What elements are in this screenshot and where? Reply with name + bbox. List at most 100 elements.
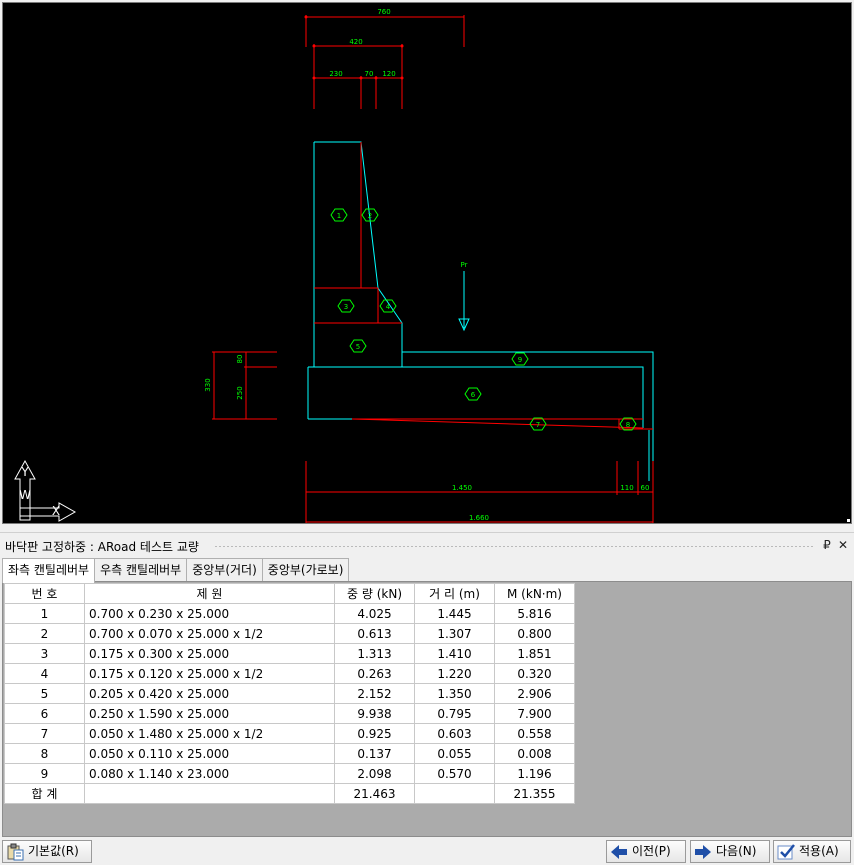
col-header-dimensions[interactable]: 제 원 [84,583,335,604]
tab-strip: 좌측 캔틸레버부 우측 캔틸레버부 중앙부(거더) 중앙부(가로보) [2,558,350,583]
panel-grip-dots[interactable] [214,545,814,548]
cell-moment[interactable]: 7.900 [494,703,575,724]
table-row[interactable]: 8 0.050 x 0.110 x 25.000 0.137 0.055 0.008 [4,743,575,764]
col-header-number[interactable]: 번 호 [4,583,85,604]
total-cell-moment[interactable]: 21.355 [494,783,575,804]
cell-dimensions[interactable]: 0.700 x 0.070 x 25.000 x 1/2 [84,623,335,644]
dim-250: 250 [236,386,244,399]
cell-number[interactable]: 7 [4,723,85,744]
cell-dimensions[interactable]: 0.175 x 0.120 x 25.000 x 1/2 [84,663,335,684]
bottom-bar: 기본값(R) 이전(P) 다음(N) 적용(A) [0,838,854,865]
cell-distance[interactable]: 1.445 [414,603,495,624]
part-3-label: 3 [344,303,348,311]
cell-moment[interactable]: 0.320 [494,663,575,684]
tab-left-cantilever[interactable]: 좌측 캔틸레버부 [2,558,96,583]
table-row[interactable]: 5 0.205 x 0.420 x 25.000 2.152 1.350 2.906 [4,683,575,704]
next-button[interactable]: 다음(N) [690,840,770,863]
total-cell-distance[interactable] [414,783,495,804]
cell-weight[interactable]: 9.938 [334,703,415,724]
table-row[interactable]: 9 0.080 x 1.140 x 23.000 2.098 0.570 1.196 [4,763,575,784]
cell-weight[interactable]: 0.263 [334,663,415,684]
panel-header: 바닥판 고정하중 : ARoad 테스트 교량 ₽ ✕ [0,532,854,558]
cell-distance[interactable]: 0.055 [414,743,495,764]
cell-number[interactable]: 1 [4,603,85,624]
top-dimensions [305,15,465,109]
cell-moment[interactable]: 0.008 [494,743,575,764]
dim-420: 420 [349,38,362,46]
table-row[interactable]: 2 0.700 x 0.070 x 25.000 x 1/2 0.613 1.307 0… [4,623,575,644]
cell-distance[interactable]: 1.410 [414,643,495,664]
cell-moment[interactable]: 0.800 [494,623,575,644]
cell-distance[interactable]: 0.603 [414,723,495,744]
cell-weight[interactable]: 2.152 [334,683,415,704]
app-root: 760 420 230 70 120 330 80 250 Pr 1 2 3 4… [0,0,854,865]
tab-right-cantilever[interactable]: 우측 캔틸레버부 [94,558,188,582]
cell-weight[interactable]: 0.925 [334,723,415,744]
default-values-label: 기본값(R) [28,844,79,858]
cell-number[interactable]: 8 [4,743,85,764]
cell-dimensions[interactable]: 0.050 x 0.110 x 25.000 [84,743,335,764]
next-label: 다음(N) [716,844,757,858]
apply-button[interactable]: 적용(A) [773,840,851,863]
cell-moment[interactable]: 1.851 [494,643,575,664]
pin-icon[interactable]: ₽ [820,538,834,552]
cell-dimensions[interactable]: 0.050 x 1.480 x 25.000 x 1/2 [84,723,335,744]
arrow-left-icon [609,843,629,861]
table-row[interactable]: 6 0.250 x 1.590 x 25.000 9.938 0.795 7.900 [4,703,575,724]
table-total-row[interactable]: 합 계 21.463 21.355 [4,783,575,804]
table-row[interactable]: 4 0.175 x 0.120 x 25.000 x 1/2 0.263 1.220 0… [4,663,575,684]
cell-distance[interactable]: 1.220 [414,663,495,684]
part-8-label: 8 [626,421,630,429]
cell-dimensions[interactable]: 0.205 x 0.420 x 25.000 [84,683,335,704]
cell-number[interactable]: 2 [4,623,85,644]
cell-moment[interactable]: 2.906 [494,683,575,704]
cad-resize-grip[interactable] [846,518,851,523]
cell-dimensions[interactable]: 0.250 x 1.590 x 25.000 [84,703,335,724]
cell-number[interactable]: 4 [4,663,85,684]
cell-moment[interactable]: 1.196 [494,763,575,784]
cell-number[interactable]: 9 [4,763,85,784]
cell-weight[interactable]: 2.098 [334,763,415,784]
apply-label: 적용(A) [799,844,839,858]
close-icon[interactable]: ✕ [836,538,850,552]
part-2-label: 2 [368,212,372,220]
total-cell-number[interactable]: 합 계 [4,783,85,804]
panel-title: 바닥판 고정하중 : ARoad 테스트 교량 [5,540,199,554]
cell-dimensions[interactable]: 0.175 x 0.300 x 25.000 [84,643,335,664]
table-row[interactable]: 1 0.700 x 0.230 x 25.000 4.025 1.445 5.816 [4,603,575,624]
barrier-outline [307,141,654,481]
arrow-right-icon [693,843,713,861]
cell-weight[interactable]: 0.137 [334,743,415,764]
cell-weight[interactable]: 4.025 [334,603,415,624]
cell-number[interactable]: 5 [4,683,85,704]
tab-center-girder[interactable]: 중앙부(거더) [186,558,263,582]
cell-number[interactable]: 3 [4,643,85,664]
dim-1450: 1.450 [452,484,472,492]
cad-viewport[interactable]: 760 420 230 70 120 330 80 250 Pr 1 2 3 4… [2,2,852,524]
checkmark-icon [776,843,796,861]
cell-distance[interactable]: 1.350 [414,683,495,704]
prev-button[interactable]: 이전(P) [606,840,686,863]
table-row[interactable]: 3 0.175 x 0.300 x 25.000 1.313 1.410 1.851 [4,643,575,664]
cell-weight[interactable]: 1.313 [334,643,415,664]
dim-60: 60 [641,484,650,492]
default-values-button[interactable]: 기본값(R) [2,840,92,863]
col-header-distance[interactable]: 거 리 (m) [414,583,495,604]
col-header-weight[interactable]: 중 량 (kN) [334,583,415,604]
table-row[interactable]: 7 0.050 x 1.480 x 25.000 x 1/2 0.925 0.603 0… [4,723,575,744]
cell-distance[interactable]: 0.570 [414,763,495,784]
cell-moment[interactable]: 0.558 [494,723,575,744]
cell-number[interactable]: 6 [4,703,85,724]
cell-distance[interactable]: 0.795 [414,703,495,724]
cell-moment[interactable]: 5.816 [494,603,575,624]
tab-center-crossbeam[interactable]: 중앙부(가로보) [261,558,350,582]
cell-distance[interactable]: 1.307 [414,623,495,644]
part-6-label: 6 [471,391,476,399]
dim-760: 760 [377,8,390,16]
cell-dimensions[interactable]: 0.700 x 0.230 x 25.000 [84,603,335,624]
cell-weight[interactable]: 0.613 [334,623,415,644]
total-cell-dimensions[interactable] [84,783,335,804]
cell-dimensions[interactable]: 0.080 x 1.140 x 23.000 [84,763,335,784]
col-header-moment[interactable]: M (kN·m) [494,583,575,604]
total-cell-weight[interactable]: 21.463 [334,783,415,804]
